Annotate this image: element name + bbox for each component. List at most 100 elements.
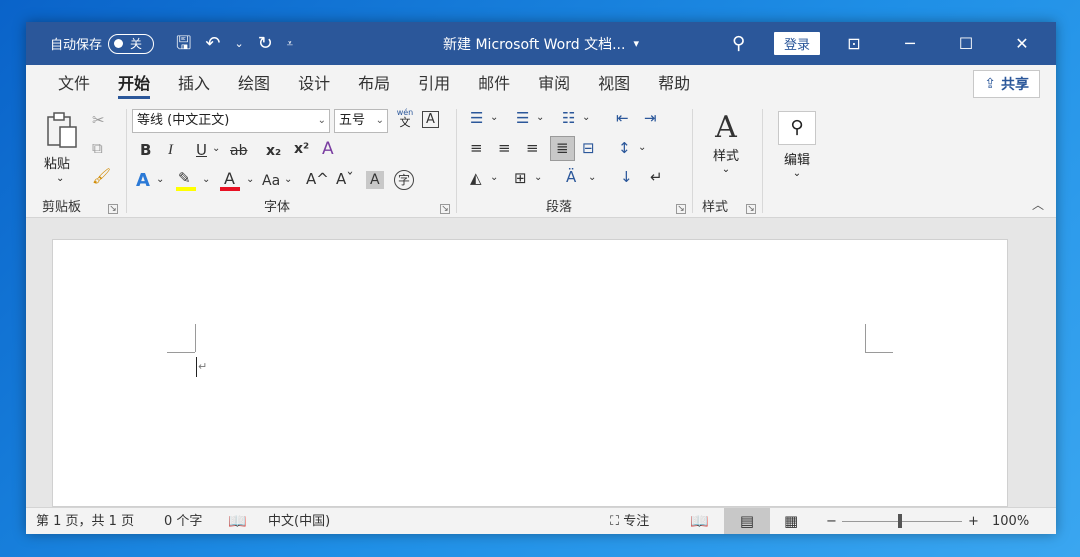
styles-launcher-icon[interactable]: ↘ [746, 204, 756, 214]
zoom-out-button[interactable]: − [826, 508, 837, 534]
copy-icon[interactable]: ⧉ [92, 141, 103, 156]
tab-view[interactable]: 视图 [584, 65, 644, 103]
proofing-icon[interactable]: 📖 [228, 508, 247, 534]
font-size-select[interactable]: 五号 ⌄ [334, 109, 388, 133]
save-icon[interactable]: 🖫 [176, 34, 191, 53]
underline-icon[interactable]: U [196, 143, 207, 158]
justify-icon[interactable]: ≣ [550, 136, 575, 161]
tab-mailings[interactable]: 邮件 [464, 65, 524, 103]
document-area[interactable]: ↵ [26, 218, 1056, 507]
tab-draw[interactable]: 绘图 [224, 65, 284, 103]
tab-home[interactable]: 开始 [104, 65, 164, 103]
numbering-icon[interactable]: ☰ [516, 111, 529, 126]
font-color-dropdown-icon[interactable]: ⌄ [246, 175, 254, 185]
line-spacing-icon[interactable]: ↕ [618, 141, 631, 156]
multilevel-list-icon[interactable]: ☷ [562, 111, 575, 126]
bold-icon[interactable]: B [140, 143, 151, 158]
zoom-slider[interactable] [842, 521, 962, 522]
align-left-icon[interactable]: ≡ [470, 141, 483, 156]
print-layout-icon[interactable]: ▤ [724, 508, 770, 534]
distributed-icon[interactable]: ⊟ [582, 141, 595, 156]
undo-icon[interactable]: ↶ [205, 34, 220, 53]
web-layout-icon[interactable]: ▦ [784, 508, 798, 534]
collapse-ribbon-icon[interactable]: ︿ [1032, 196, 1044, 213]
borders-icon[interactable]: ⊞ [514, 171, 527, 186]
undo-dropdown-icon[interactable]: ⌄ [234, 38, 243, 49]
share-button[interactable]: ⇪ 共享 [973, 70, 1040, 98]
zoom-in-button[interactable]: + [968, 508, 979, 534]
paragraph-launcher-icon[interactable]: ↘ [676, 204, 686, 214]
change-case-dropdown-icon[interactable]: ⌄ [284, 175, 292, 185]
clear-formatting-icon[interactable]: A [322, 141, 334, 158]
increase-indent-icon[interactable]: ⇥ [644, 111, 657, 126]
ribbon-display-icon[interactable]: ⊡ [826, 34, 882, 53]
bullets-icon[interactable]: ☰ [470, 111, 483, 126]
phonetic-guide-button[interactable]: wén 文 [394, 109, 416, 133]
character-border-icon[interactable]: A [422, 111, 439, 128]
align-center-icon[interactable]: ≡ [498, 141, 511, 156]
strikethrough-icon[interactable]: ab [230, 144, 247, 158]
tab-help[interactable]: 帮助 [644, 65, 704, 103]
multilevel-dropdown-icon[interactable]: ⌄ [582, 113, 590, 123]
font-color-button[interactable]: A [220, 171, 242, 193]
minimize-icon[interactable]: ─ [882, 34, 938, 53]
search-icon[interactable]: ⚲ [732, 22, 745, 65]
line-spacing-dropdown-icon[interactable]: ⌄ [638, 143, 646, 153]
numbering-dropdown-icon[interactable]: ⌄ [536, 113, 544, 123]
editing-button[interactable]: ⚲ 编辑 ⌄ [774, 111, 820, 185]
decrease-indent-icon[interactable]: ⇤ [616, 111, 629, 126]
change-case-icon[interactable]: Aa [262, 174, 280, 188]
tab-review[interactable]: 审阅 [524, 65, 584, 103]
shading-dropdown-icon[interactable]: ⌄ [490, 173, 498, 183]
show-marks-icon[interactable]: ↵ [650, 170, 663, 185]
autosave-toggle[interactable]: 关 [108, 33, 155, 54]
tab-design[interactable]: 设计 [284, 65, 344, 103]
highlight-dropdown-icon[interactable]: ⌄ [202, 175, 210, 185]
borders-dropdown-icon[interactable]: ⌄ [534, 173, 542, 183]
character-shading-icon[interactable]: A [366, 171, 384, 189]
zoom-level[interactable]: 100% [992, 508, 1029, 534]
zoom-slider-thumb[interactable] [898, 514, 902, 528]
align-right-icon[interactable]: ≡ [526, 141, 539, 156]
read-mode-icon[interactable]: 📖 [690, 508, 709, 534]
word-count[interactable]: 0 个字 [164, 508, 202, 534]
subscript-icon[interactable]: x₂ [266, 144, 281, 158]
font-launcher-icon[interactable]: ↘ [440, 204, 450, 214]
sort-icon[interactable]: ↓ [620, 170, 633, 185]
font-name-select[interactable]: 等线 (中文正文) ⌄ [132, 109, 330, 133]
maximize-icon[interactable]: ☐ [938, 34, 994, 53]
grow-font-icon[interactable]: A^ [306, 172, 329, 187]
styles-button[interactable]: A 样式 ⌄ [702, 111, 750, 185]
title-dropdown-icon[interactable]: ▾ [633, 37, 639, 50]
highlight-button[interactable]: ✎ [176, 171, 198, 193]
paste-dropdown-icon[interactable]: ⌄ [56, 173, 64, 184]
superscript-icon[interactable]: x² [294, 142, 309, 156]
tab-references[interactable]: 引用 [404, 65, 464, 103]
italic-icon[interactable]: I [168, 143, 173, 158]
tab-insert[interactable]: 插入 [164, 65, 224, 103]
clipboard-launcher-icon[interactable]: ↘ [108, 204, 118, 214]
close-icon[interactable]: ✕ [994, 34, 1050, 53]
text-effect-icon[interactable]: A [136, 172, 150, 190]
asian-layout-icon[interactable]: Ä [566, 170, 576, 185]
login-button[interactable]: 登录 [774, 22, 821, 65]
redo-icon[interactable]: ↻ [258, 34, 273, 53]
language[interactable]: 中文(中国) [268, 508, 330, 534]
document-page[interactable]: ↵ [52, 239, 1008, 507]
shading-icon[interactable]: ◭ [470, 171, 482, 186]
tab-layout[interactable]: 布局 [344, 65, 404, 103]
underline-dropdown-icon[interactable]: ⌄ [212, 144, 220, 154]
format-painter-icon[interactable]: 🖌 [92, 169, 111, 184]
text-effect-dropdown-icon[interactable]: ⌄ [156, 175, 164, 185]
focus-mode[interactable]: ⛶ 专注 [610, 508, 649, 534]
enclose-characters-icon[interactable]: 字 [394, 170, 414, 190]
tab-file[interactable]: 文件 [44, 65, 104, 103]
shrink-font-icon[interactable]: Aˇ [336, 172, 354, 187]
asian-layout-dropdown-icon[interactable]: ⌄ [588, 173, 596, 183]
paste-button[interactable]: 粘贴 ⌄ [40, 111, 80, 185]
document-title-text[interactable]: 新建 Microsoft Word 文档... [443, 34, 625, 54]
login-label[interactable]: 登录 [774, 32, 821, 55]
page-count[interactable]: 第 1 页，共 1 页 [36, 508, 134, 534]
bullets-dropdown-icon[interactable]: ⌄ [490, 113, 498, 123]
customize-qat-icon[interactable]: ⩡ [287, 38, 293, 49]
